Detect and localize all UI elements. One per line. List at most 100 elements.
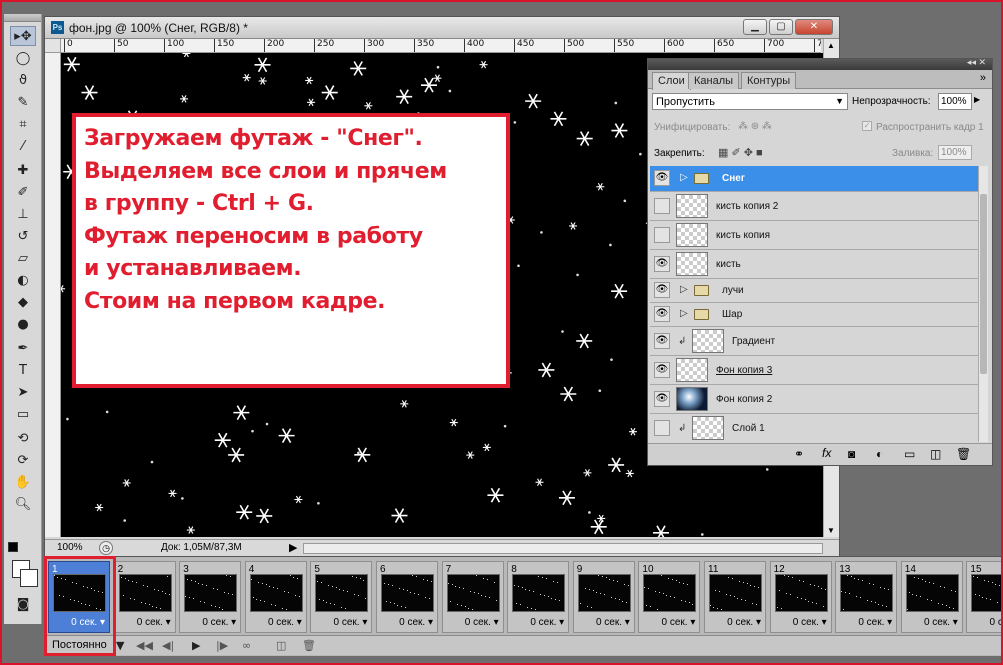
layer-row[interactable]: кисть копия bbox=[650, 221, 980, 250]
opacity-slider-icon[interactable]: ▶ bbox=[974, 95, 980, 104]
animation-frame[interactable]: 13 0 сек. ▾ bbox=[835, 561, 898, 633]
opacity-input[interactable]: 100% bbox=[938, 93, 972, 110]
duplicate-frame-icon[interactable]: ◫ bbox=[276, 639, 286, 652]
3d-rotate-icon[interactable]: ⟲ bbox=[10, 428, 36, 448]
fill-input[interactable]: 100% bbox=[938, 145, 972, 160]
blend-mode-select[interactable]: Пропустить ▼ bbox=[652, 93, 848, 110]
lock-icons[interactable]: ▦ ✐ ✥ ■ bbox=[718, 146, 763, 159]
eyedropper-tool-icon[interactable]: ⁄ bbox=[10, 136, 36, 156]
loop-dropdown-icon[interactable]: ▼ bbox=[116, 639, 124, 652]
first-frame-icon[interactable]: ◀◀ bbox=[136, 639, 153, 652]
paint-bucket-icon[interactable]: ◐ bbox=[10, 270, 36, 290]
tab-layers[interactable]: Слои bbox=[652, 72, 691, 90]
animation-frame[interactable]: 11 0 сек. ▾ bbox=[704, 561, 766, 633]
animation-frame[interactable]: 20 сек. ▾ bbox=[113, 561, 176, 633]
mask-icon[interactable]: ◙ bbox=[848, 447, 855, 461]
stamp-tool-icon[interactable]: ⊥ bbox=[10, 204, 36, 224]
layer-row[interactable]: 👁︎ Фон копия 2 bbox=[650, 385, 980, 414]
visibility-toggle[interactable] bbox=[654, 227, 670, 243]
eraser-tool-icon[interactable]: ▱ bbox=[10, 248, 36, 268]
prev-frame-icon[interactable]: ◀| bbox=[162, 639, 174, 652]
dodge-tool-icon[interactable]: ● bbox=[10, 314, 36, 334]
frame-delay[interactable]: 0 сек. ▾ bbox=[202, 617, 236, 628]
type-tool-icon[interactable]: T bbox=[10, 360, 36, 380]
new-layer-icon[interactable]: ◫ bbox=[930, 447, 941, 461]
layer-row[interactable]: кисть копия 2 bbox=[650, 192, 980, 221]
shape-tool-icon[interactable]: ▭ bbox=[10, 404, 36, 424]
scroll-up-icon[interactable]: ▲ bbox=[827, 41, 835, 50]
expand-triangle-icon[interactable]: ▷ bbox=[680, 172, 688, 183]
layer-row[interactable]: 👁︎ ▷ лучи bbox=[650, 279, 980, 303]
panel-menu-icon[interactable]: » bbox=[980, 72, 986, 84]
eye-icon[interactable]: 👁︎ bbox=[654, 333, 670, 349]
eye-icon[interactable]: 👁︎ bbox=[654, 170, 670, 186]
eye-icon[interactable]: 👁︎ bbox=[654, 391, 670, 407]
brush-tool-icon[interactable]: ✐ bbox=[10, 182, 36, 202]
layer-row[interactable]: ↲ Слой 1 bbox=[650, 414, 980, 442]
eye-icon[interactable]: 👁︎ bbox=[654, 282, 670, 298]
visibility-toggle[interactable] bbox=[654, 198, 670, 214]
layer-row[interactable]: 👁︎ ↲ Градиент bbox=[650, 327, 980, 356]
tab-channels[interactable]: Каналы bbox=[688, 72, 740, 89]
background-color-swatch[interactable] bbox=[20, 569, 38, 587]
frame-delay[interactable]: 0 сек. ▾ bbox=[596, 617, 630, 628]
propagate-checkbox[interactable]: ✓ bbox=[862, 121, 872, 131]
frame-delay[interactable]: 0 сек. ▾ bbox=[727, 617, 761, 628]
crop-tool-icon[interactable]: ⌗ bbox=[10, 114, 36, 134]
frame-delay[interactable]: 0 сек. ▾ bbox=[334, 617, 368, 628]
pen-tool-icon[interactable]: ✒ bbox=[10, 338, 36, 358]
quick-mask-icon[interactable]: ◙ bbox=[10, 594, 36, 614]
frame-delay[interactable]: 0 сек. ▾ bbox=[858, 617, 892, 628]
animation-frame[interactable]: 150 сек. ▾ bbox=[966, 561, 1003, 633]
frame-delay[interactable]: 0 сек. ▾ bbox=[793, 617, 827, 628]
status-menu-arrow-icon[interactable]: ▶ bbox=[289, 541, 297, 554]
expand-triangle-icon[interactable]: ▷ bbox=[680, 308, 688, 319]
play-icon[interactable]: ▶ bbox=[192, 639, 200, 652]
animation-frame[interactable]: 12 0 сек. ▾ bbox=[769, 561, 832, 633]
history-brush-icon[interactable]: ↺ bbox=[10, 226, 36, 246]
frame-delay[interactable]: 0 сек. ▾ bbox=[530, 617, 564, 628]
animation-frame[interactable]: 40 сек. ▾ bbox=[244, 561, 307, 633]
info-icon[interactable]: ◷ bbox=[99, 541, 113, 555]
adjustment-icon[interactable]: ◐ bbox=[876, 447, 883, 461]
fx-icon[interactable]: fx bbox=[822, 446, 831, 460]
minimize-icon[interactable]: ▁ bbox=[743, 19, 767, 35]
3d-orbit-icon[interactable]: ⟳ bbox=[10, 450, 36, 470]
trash-icon[interactable]: 🗑︎ bbox=[956, 447, 971, 461]
frame-delay[interactable]: 0 сек. ▾ bbox=[465, 617, 499, 628]
link-icon[interactable]: ⚭ bbox=[794, 447, 804, 461]
frame-delay[interactable]: 0 сек. ▾ bbox=[662, 617, 696, 628]
layer-row[interactable]: 👁︎ Фон копия 3 bbox=[650, 356, 980, 385]
maximize-icon[interactable]: ▢ bbox=[769, 19, 793, 35]
frame-delay[interactable]: 0 сек. ▾ bbox=[399, 617, 433, 628]
eye-icon[interactable]: 👁︎ bbox=[654, 256, 670, 272]
lasso-tool-icon[interactable]: ϑ bbox=[10, 70, 36, 90]
animation-frame[interactable]: 90 сек. ▾ bbox=[572, 561, 635, 633]
eye-icon[interactable]: 👁︎ bbox=[654, 362, 670, 378]
zoom-tool-icon[interactable]: 🔍︎ bbox=[10, 494, 36, 514]
layers-scrollbar[interactable] bbox=[978, 166, 988, 442]
horizontal-scrollbar[interactable] bbox=[303, 543, 823, 554]
close-icon[interactable]: ✕ bbox=[795, 19, 833, 35]
move-tool-icon[interactable]: ▸✥ bbox=[10, 26, 36, 46]
layer-row[interactable]: 👁︎ ▷ Шар bbox=[650, 303, 980, 327]
hand-tool-icon[interactable]: ✋ bbox=[10, 472, 36, 492]
layer-row[interactable]: 👁︎ ▷ Снег bbox=[650, 166, 980, 192]
tab-paths[interactable]: Контуры bbox=[741, 72, 797, 89]
expand-triangle-icon[interactable]: ▷ bbox=[680, 284, 688, 295]
loop-select[interactable]: Постоянно bbox=[52, 639, 107, 651]
frame-delay[interactable]: 0 сек. ▾ bbox=[71, 617, 105, 628]
animation-frame[interactable]: 70 сек. ▾ bbox=[441, 561, 504, 633]
animation-frame[interactable]: 30 сек. ▾ bbox=[179, 561, 242, 633]
animation-frame[interactable]: 10 сек. ▾ bbox=[48, 561, 110, 633]
collapse-panel-icon[interactable]: ◂◂ ✕ bbox=[967, 57, 986, 68]
tools-grip[interactable] bbox=[4, 14, 41, 22]
tween-icon[interactable]: ∞ bbox=[242, 639, 251, 652]
unify-icons[interactable]: ⁂ ⊛ ⁂ bbox=[738, 121, 772, 132]
scroll-down-icon[interactable]: ▼ bbox=[827, 526, 835, 535]
healing-tool-icon[interactable]: ✚ bbox=[10, 160, 36, 180]
quick-select-tool-icon[interactable]: ✎ bbox=[10, 92, 36, 112]
delete-frame-icon[interactable]: 🗑︎ bbox=[302, 639, 316, 652]
animation-frame[interactable]: 60 сек. ▾ bbox=[376, 561, 438, 633]
path-select-icon[interactable]: ➤ bbox=[10, 382, 36, 402]
